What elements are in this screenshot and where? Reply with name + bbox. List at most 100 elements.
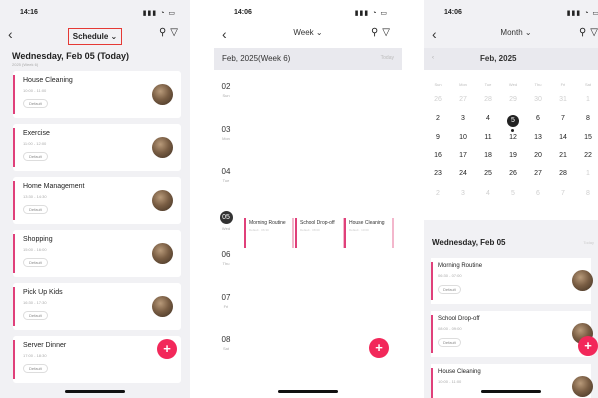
day-column-header[interactable]: 03 Mon: [214, 125, 238, 141]
day-subtitle: 2025 (Week 6): [12, 62, 39, 67]
event-card[interactable]: School Drop-off 08:00 - 09:00 Default: [431, 311, 593, 357]
calendar-day[interactable]: 30: [526, 96, 550, 103]
view-mode-dropdown[interactable]: Month ⌄: [434, 28, 598, 37]
calendar-day[interactable]: 15: [576, 134, 598, 141]
calendar-day[interactable]: 27: [526, 170, 550, 177]
event-card[interactable]: Shopping 15:00 - 16:00 Default: [13, 230, 181, 277]
calendar-day[interactable]: 2: [426, 115, 450, 122]
event-detail: Default · 10:00: [349, 228, 369, 232]
weekday-header: Mon: [459, 82, 467, 87]
event-time: 11:00 - 12:00: [23, 141, 47, 146]
event-title: Home Management: [23, 183, 85, 190]
filter-icon[interactable]: ▽: [382, 27, 394, 38]
day-column-header[interactable]: 04 Tue: [214, 167, 238, 183]
calendar-day[interactable]: 12: [501, 134, 525, 141]
add-event-button[interactable]: +: [157, 339, 177, 359]
calendar-day[interactable]: 7: [551, 115, 575, 122]
event-time: 16:30 - 17:30: [23, 300, 47, 305]
event-time: 15:00 - 16:00: [23, 247, 47, 252]
day-column-header[interactable]: 08 Sat: [214, 335, 238, 351]
calendar-day-today[interactable]: 5: [501, 115, 525, 132]
calendar-day[interactable]: 1: [576, 170, 598, 177]
calendar-day[interactable]: 9: [426, 134, 450, 141]
weekday-header: Thu: [534, 82, 542, 87]
week-event[interactable]: House Cleaning Default · 10:00: [344, 218, 394, 248]
event-color-bar: [13, 340, 15, 379]
event-detail: Default · 06:30: [249, 228, 269, 232]
day-column-header[interactable]: 06 Thu: [214, 250, 238, 266]
calendar-day[interactable]: 28: [551, 170, 575, 177]
week-event[interactable]: School Drop-off Default · 08:00: [295, 218, 345, 248]
calendar-day[interactable]: 28: [476, 96, 500, 103]
calendar-day[interactable]: 3: [451, 190, 475, 197]
calendar-day[interactable]: 8: [576, 190, 598, 197]
calendar-day[interactable]: 18: [476, 152, 500, 159]
event-card[interactable]: Exercise 11:00 - 12:00 Default: [13, 124, 181, 171]
view-mode-dropdown[interactable]: Schedule ⌄: [67, 28, 123, 45]
month-screen: 14:06 ▮▮▮ ◔ ▭ ‹ Month ⌄ ⚲▽ ‹ Feb, 2025 S…: [424, 0, 598, 398]
calendar-day[interactable]: 19: [501, 152, 525, 159]
avatar: [152, 84, 173, 105]
calendar-day[interactable]: 6: [526, 115, 550, 122]
weekday-header: Sat: [584, 82, 591, 87]
avatar: [152, 243, 173, 264]
calendar-day[interactable]: 4: [476, 190, 500, 197]
today-link[interactable]: Today: [381, 55, 394, 61]
calendar-day[interactable]: 7: [551, 190, 575, 197]
today-link[interactable]: Today: [583, 240, 594, 245]
calendar-day[interactable]: 10: [451, 134, 475, 141]
search-icon[interactable]: ⚲: [371, 27, 382, 38]
event-card[interactable]: Server Dinner 17:00 - 18:30 Default: [13, 336, 181, 383]
add-event-button[interactable]: +: [578, 336, 598, 356]
event-time: 10:00 - 11:00: [23, 88, 47, 93]
avatar: [572, 376, 593, 397]
calendar-day[interactable]: 26: [501, 170, 525, 177]
day-column-header-selected[interactable]: 05 Wed: [214, 206, 238, 231]
top-nav: ‹ Week ⌄ ⚲▽: [214, 24, 402, 44]
day-column-header[interactable]: 02 Sun: [214, 82, 238, 98]
calendar-day[interactable]: 22: [576, 152, 598, 159]
search-icon[interactable]: ⚲: [159, 27, 170, 38]
home-indicator: [278, 390, 338, 393]
calendar-day[interactable]: 29: [501, 96, 525, 103]
event-tag: Default: [438, 285, 461, 294]
event-color-bar: [431, 315, 433, 353]
calendar-day[interactable]: 24: [451, 170, 475, 177]
calendar-day[interactable]: 3: [451, 115, 475, 122]
event-tag: Default: [438, 338, 461, 347]
calendar-day[interactable]: 4: [476, 115, 500, 122]
event-card[interactable]: Pick Up Kids 16:30 - 17:30 Default: [13, 283, 181, 330]
week-event[interactable]: Morning Routine Default · 06:30: [244, 218, 294, 248]
week-screen: 14:06 ▮▮▮ ◔ ▭ ‹ Week ⌄ ⚲▽ Feb, 2025(Week…: [214, 0, 402, 398]
calendar-day[interactable]: 11: [476, 134, 500, 141]
calendar-day[interactable]: 8: [576, 115, 598, 122]
calendar-day[interactable]: 2: [426, 190, 450, 197]
prev-month-icon[interactable]: ‹: [432, 55, 434, 61]
calendar-day[interactable]: 21: [551, 152, 575, 159]
month-calendar: Sun Mon Tue Wed Thu Fri Sat 26 27 28 29 30 31 1 2 3 4 5 6 7…: [424, 70, 598, 220]
calendar-day[interactable]: 17: [451, 152, 475, 159]
calendar-day[interactable]: 1: [576, 96, 598, 103]
calendar-day[interactable]: 26: [426, 96, 450, 103]
calendar-day[interactable]: 31: [551, 96, 575, 103]
event-card[interactable]: Morning Routine 06:30 - 07:00 Default: [431, 258, 593, 304]
calendar-day[interactable]: 6: [526, 190, 550, 197]
event-title: House Cleaning: [438, 369, 481, 375]
calendar-day[interactable]: 13: [526, 134, 550, 141]
calendar-day[interactable]: 25: [476, 170, 500, 177]
weekday-header: Fri: [560, 82, 566, 87]
calendar-day[interactable]: 14: [551, 134, 575, 141]
day-column-header[interactable]: 07 Fri: [214, 293, 238, 309]
search-icon[interactable]: ⚲: [579, 27, 590, 38]
add-event-button[interactable]: +: [369, 338, 389, 358]
calendar-day[interactable]: 23: [426, 170, 450, 177]
event-card[interactable]: Home Management 13:30 - 14:30 Default: [13, 177, 181, 224]
calendar-day[interactable]: 27: [451, 96, 475, 103]
calendar-day[interactable]: 5: [501, 190, 525, 197]
event-card[interactable]: House Cleaning 10:00 - 11:00 Default: [13, 71, 181, 118]
day-title: Wednesday, Feb 05 (Today): [12, 51, 130, 61]
filter-icon[interactable]: ▽: [590, 27, 598, 38]
filter-icon[interactable]: ▽: [170, 27, 182, 38]
calendar-day[interactable]: 20: [526, 152, 550, 159]
calendar-day[interactable]: 16: [426, 152, 450, 159]
